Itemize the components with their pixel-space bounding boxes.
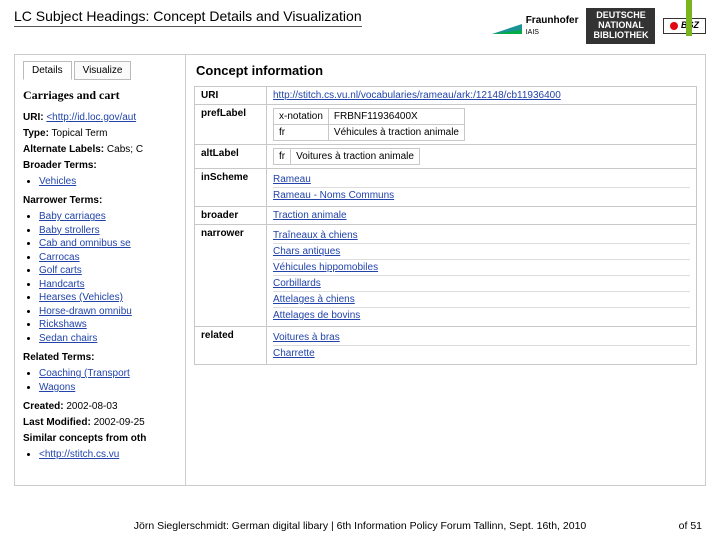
page-title: LC Subject Headings: Concept Details and…: [14, 8, 362, 27]
value-link[interactable]: Rameau - Noms Communs: [273, 188, 690, 203]
value-link[interactable]: Rameau: [273, 172, 690, 188]
concept-info-title: Concept information: [196, 63, 697, 78]
value-link[interactable]: Chars antiques: [273, 244, 690, 260]
list-item[interactable]: Hearses (Vehicles): [39, 292, 123, 303]
value-link[interactable]: Attelages de bovins: [273, 308, 690, 323]
value-link[interactable]: Véhicules hippomobiles: [273, 260, 690, 276]
broader-link[interactable]: Traction animale: [273, 210, 347, 221]
tab-visualize[interactable]: Visualize: [74, 61, 132, 80]
list-item[interactable]: Rickshaws: [39, 319, 87, 330]
footer: Jörn Sieglerschmidt: German digital liba…: [0, 520, 720, 532]
list-item[interactable]: Vehicles: [39, 176, 76, 187]
list-item[interactable]: Coaching (Transport: [39, 368, 130, 379]
tab-details[interactable]: Details: [23, 61, 72, 80]
value-link[interactable]: Charrette: [273, 346, 690, 361]
list-item[interactable]: Wagons: [39, 382, 75, 393]
value-link[interactable]: Corbillards: [273, 276, 690, 292]
value-link[interactable]: Traîneaux à chiens: [273, 228, 690, 244]
bsz-logo: BSZ: [663, 18, 706, 34]
list-item[interactable]: <http://stitch.cs.vu: [39, 449, 119, 460]
uri-link[interactable]: <http://id.loc.gov/aut: [46, 112, 136, 123]
list-item[interactable]: Sedan chairs: [39, 333, 97, 344]
list-item[interactable]: Cab and omnibus se: [39, 238, 131, 249]
list-item[interactable]: Baby strollers: [39, 225, 100, 236]
broader-list: Vehicles: [23, 175, 177, 189]
logo-bar: FraunhoferIAIS DEUTSCHENATIONALBIBLIOTHE…: [492, 8, 706, 44]
list-item[interactable]: Golf carts: [39, 265, 82, 276]
fraunhofer-logo: FraunhoferIAIS: [492, 15, 579, 37]
concept-uri-link[interactable]: http://stitch.cs.vu.nl/vocabularies/rame…: [273, 90, 561, 101]
concept-info-panel: Concept information URI http://stitch.cs…: [185, 55, 705, 485]
similar-list: <http://stitch.cs.vu: [23, 448, 177, 462]
value-link[interactable]: Attelages à chiens: [273, 292, 690, 308]
concept-table: URI http://stitch.cs.vu.nl/vocabularies/…: [194, 86, 697, 365]
narrower-list: Baby carriages Baby strollers Cab and omni…: [23, 210, 177, 345]
list-item[interactable]: Horse-drawn omnibu: [39, 306, 132, 317]
value-link[interactable]: Voitures à bras: [273, 330, 690, 346]
list-item[interactable]: Baby carriages: [39, 211, 106, 222]
concept-heading: Carriages and cart: [23, 88, 177, 103]
dnb-logo: DEUTSCHENATIONALBIBLIOTHEK: [586, 8, 655, 44]
related-list: Coaching (Transport Wagons: [23, 367, 177, 394]
details-panel: Details Visualize Carriages and cart URI…: [15, 55, 185, 474]
list-item[interactable]: Handcarts: [39, 279, 85, 290]
list-item[interactable]: Carrocas: [39, 252, 80, 263]
